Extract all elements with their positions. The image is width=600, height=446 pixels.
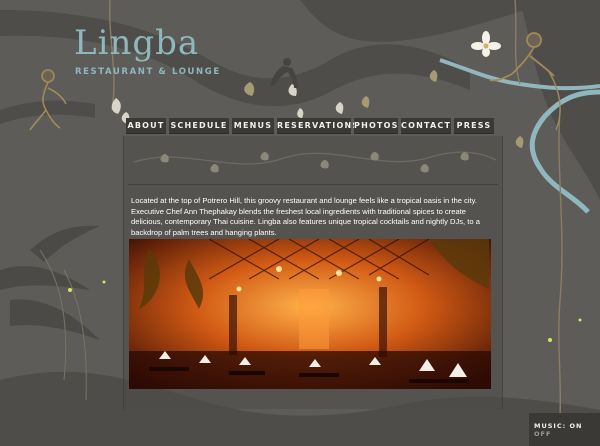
nav-about[interactable]: ABOUT [126, 118, 166, 134]
brand-tagline: RESTAURANT & LOUNGE [75, 67, 221, 77]
nav-press[interactable]: PRESS [454, 118, 494, 134]
palm-leaves [0, 225, 100, 340]
nav-schedule[interactable]: SCHEDULE [169, 118, 229, 134]
restaurant-photo [129, 239, 491, 389]
brand-logo[interactable]: Lingba [74, 26, 199, 60]
nav-menus[interactable]: MENUS [232, 118, 274, 134]
nav-photos[interactable]: PHOTOS [354, 118, 398, 134]
music-off-button[interactable]: OFF [534, 430, 551, 438]
music-toggle: MUSIC: ON OFF [534, 422, 600, 438]
main-nav: ABOUT SCHEDULE MENUS RESERVATIONS PHOTOS… [126, 118, 494, 134]
music-on-button[interactable]: ON [569, 422, 582, 430]
intro-text: Located at the top of Potrero Hill, this… [131, 196, 480, 237]
monkey-left [29, 69, 67, 131]
ornament-vines [133, 151, 497, 173]
music-label: MUSIC: [534, 422, 567, 430]
nav-contact[interactable]: CONTACT [401, 118, 451, 134]
panel-divider [128, 184, 498, 185]
orchid-flower [471, 31, 501, 57]
nav-reservations[interactable]: RESERVATIONS [277, 118, 358, 134]
